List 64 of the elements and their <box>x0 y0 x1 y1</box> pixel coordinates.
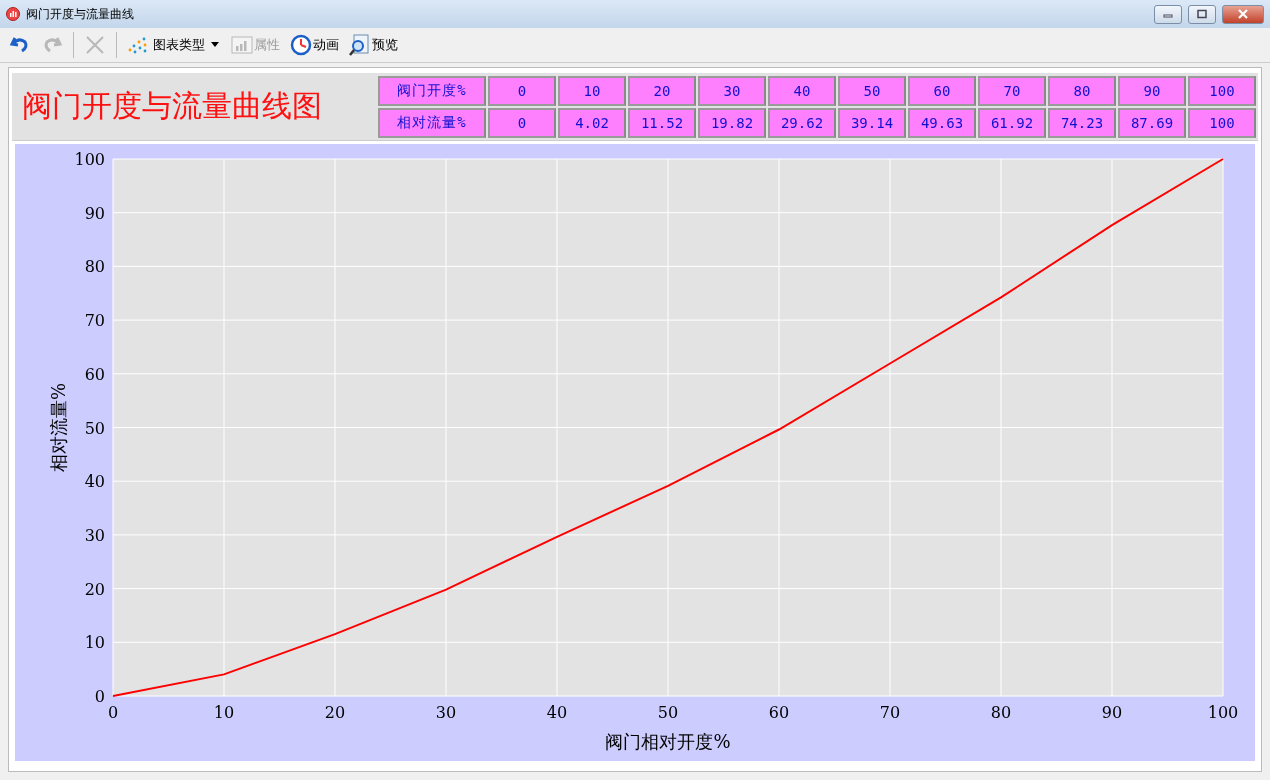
table-cell: 0 <box>488 75 556 106</box>
x-tick-label: 10 <box>213 703 235 722</box>
maximize-icon <box>1196 9 1208 19</box>
table-cell: 90 <box>1118 75 1186 106</box>
caret-icon <box>209 41 221 49</box>
y-tick-label: 50 <box>84 418 105 438</box>
y-tick-label: 80 <box>84 257 105 277</box>
table-cell: 49.63 <box>908 107 976 138</box>
x-axis-label: 阀门相对开度% <box>605 731 731 752</box>
report-title: 阀门开度与流量曲线图 <box>21 87 323 125</box>
table-cell: 20 <box>628 75 696 106</box>
x-tick-label: 20 <box>324 703 346 722</box>
x-tick-label: 80 <box>990 703 1012 722</box>
x-tick-label: 30 <box>435 703 457 722</box>
y-axis-label: 相对流量% <box>48 382 69 473</box>
y-tick-label: 90 <box>84 203 105 223</box>
table-cell: 61.92 <box>978 107 1046 138</box>
app-icon <box>6 7 20 21</box>
table-cell: 30 <box>698 75 766 106</box>
chart-type-button[interactable]: 图表类型 <box>124 31 224 59</box>
x-tick-label: 60 <box>768 703 790 722</box>
table-cell: 10 <box>558 75 626 106</box>
maximize-button[interactable] <box>1188 4 1216 24</box>
table-cell: 70 <box>978 75 1046 106</box>
y-tick-label: 30 <box>84 525 105 545</box>
close-icon <box>1237 9 1249 19</box>
y-tick-label: 40 <box>84 472 105 492</box>
close-button[interactable] <box>1222 4 1264 24</box>
table-cell: 4.02 <box>558 107 626 138</box>
magnifier-icon <box>349 34 371 56</box>
table-cell: 60 <box>908 75 976 106</box>
table-cell: 50 <box>838 75 906 106</box>
bar-chart-icon <box>231 34 253 56</box>
table-cell: 74.23 <box>1048 107 1116 138</box>
x-tick-label: 100 <box>1207 703 1239 722</box>
x-tick-label: 50 <box>657 703 679 722</box>
minimize-button[interactable] <box>1154 4 1182 24</box>
table-cell: 19.82 <box>698 107 766 138</box>
table-cell: 0 <box>488 107 556 138</box>
y-tick-label: 100 <box>74 150 105 169</box>
y-tick-label: 60 <box>84 364 105 384</box>
table-cell: 100 <box>1188 75 1256 106</box>
table-cell: 87.69 <box>1118 107 1186 138</box>
y-tick-label: 70 <box>84 311 105 331</box>
y-tick-label: 0 <box>94 687 105 706</box>
table-cell: 100 <box>1188 107 1256 138</box>
animation-button[interactable]: 动画 <box>287 31 342 59</box>
x-tick-label: 70 <box>879 703 901 722</box>
y-tick-label: 10 <box>84 633 105 653</box>
table-cell: 39.14 <box>838 107 906 138</box>
preview-button[interactable]: 预览 <box>346 31 401 59</box>
table-cell: 11.52 <box>628 107 696 138</box>
x-tick-label: 0 <box>107 703 119 722</box>
table-cell: 29.62 <box>768 107 836 138</box>
cross-icon <box>84 34 106 56</box>
y-tick-label: 20 <box>84 579 105 599</box>
table-cell: 40 <box>768 75 836 106</box>
x-tick-label: 40 <box>546 703 568 722</box>
window-title: 阀门开度与流量曲线 <box>26 5 134 23</box>
x-tick-label: 90 <box>1101 703 1123 722</box>
row-header: 阀门开度% <box>378 75 486 106</box>
row-header: 相对流量% <box>378 107 486 138</box>
clock-icon <box>290 34 312 56</box>
table-cell: 80 <box>1048 75 1116 106</box>
